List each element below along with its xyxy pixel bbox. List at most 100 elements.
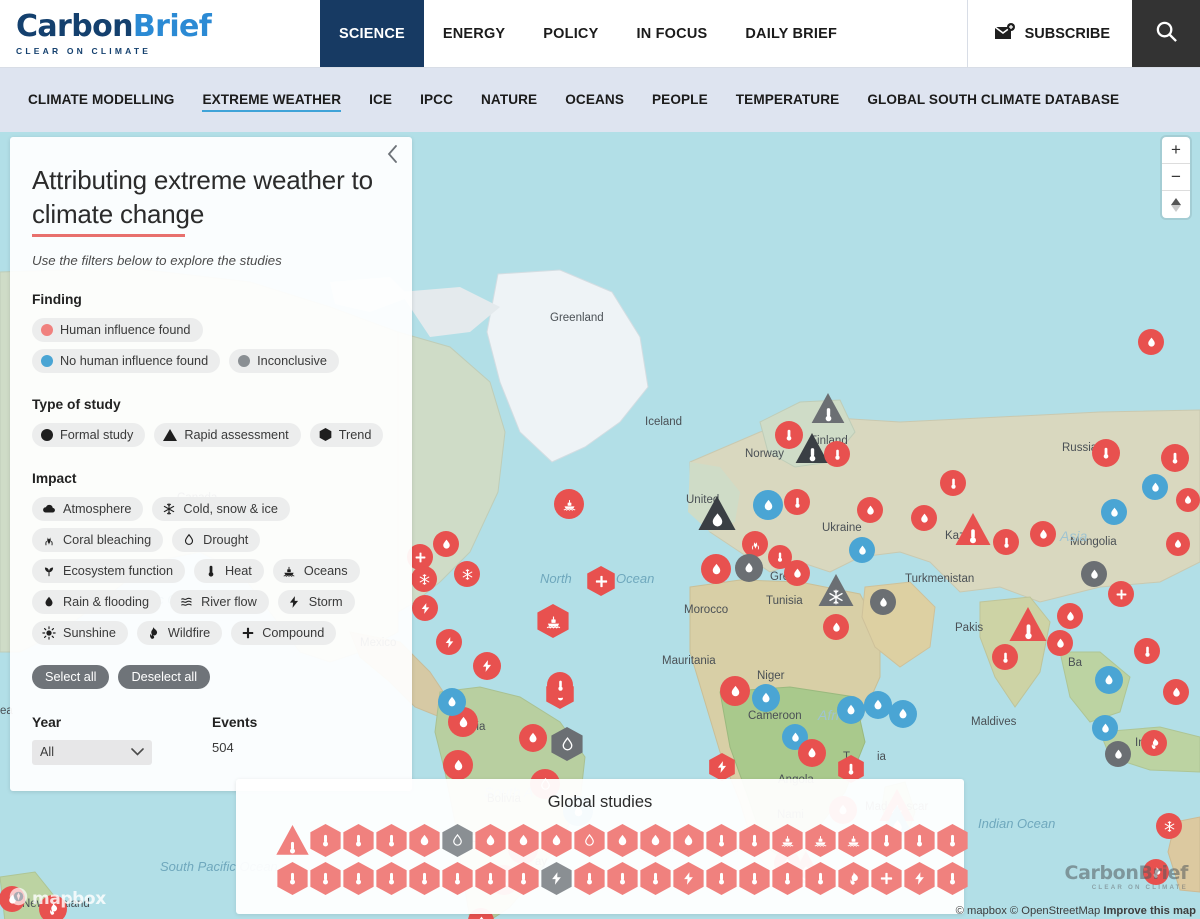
chip-wildfire[interactable]: Wildfire — [136, 620, 223, 645]
global-study-marker-flame[interactable] — [837, 860, 870, 896]
map-marker-raindrop[interactable] — [849, 537, 875, 563]
map-marker-raindrop[interactable] — [864, 691, 892, 719]
global-study-marker-plus[interactable] — [870, 860, 903, 896]
global-study-marker-raindrop[interactable] — [474, 822, 507, 858]
map-marker-raindrop[interactable] — [889, 700, 917, 728]
map-marker-raindrop[interactable] — [1047, 630, 1073, 656]
nav-item-in-focus[interactable]: IN FOCUS — [617, 0, 726, 67]
year-select[interactable]: All — [32, 739, 152, 765]
map-marker-raindrop[interactable] — [519, 724, 547, 752]
map-marker-snowflake[interactable] — [818, 572, 854, 608]
global-study-marker-thermometer[interactable] — [309, 822, 342, 858]
global-study-marker-thermometer[interactable] — [738, 860, 771, 896]
global-study-marker-lightning[interactable] — [540, 860, 573, 896]
global-study-marker-thermometer[interactable] — [870, 822, 903, 858]
map-marker-raindrop[interactable] — [837, 696, 865, 724]
chip-atmosphere[interactable]: Atmosphere — [32, 496, 144, 521]
chip-river-flow[interactable]: River flow — [170, 589, 269, 614]
chip-sunshine[interactable]: Sunshine — [32, 620, 128, 645]
global-study-marker-thermometer[interactable] — [705, 860, 738, 896]
map-marker-raindrop[interactable] — [798, 739, 826, 767]
global-study-marker-thermometer[interactable] — [771, 860, 804, 896]
global-study-marker-thermometer[interactable] — [936, 860, 969, 896]
map-marker-thermometer[interactable] — [811, 391, 845, 425]
subnav-item-temperature[interactable]: TEMPERATURE — [722, 85, 854, 115]
chip-heat[interactable]: Heat — [194, 558, 264, 583]
map-marker-raindrop[interactable] — [753, 490, 783, 520]
map-marker-flame[interactable] — [1141, 730, 1167, 756]
subnav-item-climate-modelling[interactable]: CLIMATE MODELLING — [14, 85, 188, 115]
chip-no-human-influence-found[interactable]: No human influence found — [32, 348, 221, 373]
map-marker-thermometer[interactable] — [1134, 638, 1160, 664]
subnav-item-global-south-climate-database[interactable]: GLOBAL SOUTH CLIMATE DATABASE — [853, 85, 1133, 115]
map-marker-raindrop[interactable] — [870, 589, 896, 615]
select-all-button[interactable]: Select all — [32, 664, 110, 689]
global-study-marker-thermometer[interactable] — [705, 822, 738, 858]
global-study-marker-thermometer[interactable] — [639, 860, 672, 896]
map-marker-raindrop[interactable] — [823, 614, 849, 640]
map-marker-raindrop[interactable] — [784, 560, 810, 586]
site-logo[interactable]: CarbonBrief CLEAR ON CLIMATE — [0, 0, 320, 67]
map-marker-raindrop[interactable] — [701, 554, 731, 584]
map-canvas[interactable]: Greenland Iceland Norway Finland Russia Unite… — [0, 132, 1200, 919]
chip-rapid-assessment[interactable]: Rapid assessment — [154, 422, 301, 447]
global-study-marker-thermometer[interactable] — [276, 860, 309, 896]
chip-rain-flooding[interactable]: Rain & flooding — [32, 589, 162, 614]
map-marker-plus[interactable] — [586, 566, 616, 596]
map-marker-thermometer[interactable] — [1009, 605, 1047, 643]
improve-map-link[interactable]: Improve this map — [1103, 905, 1196, 917]
nav-item-daily-brief[interactable]: DAILY BRIEF — [726, 0, 856, 67]
map-marker-raindrop[interactable] — [1030, 521, 1056, 547]
global-study-marker-thermometer[interactable] — [342, 860, 375, 896]
global-study-marker-wave-ship[interactable] — [771, 822, 804, 858]
chip-ecosystem-function[interactable]: Ecosystem function — [32, 558, 186, 583]
map-marker-raindrop[interactable] — [438, 688, 466, 716]
chip-formal-study[interactable]: Formal study — [32, 422, 146, 447]
zoom-in-button[interactable]: + — [1162, 137, 1190, 164]
subscribe-button[interactable]: SUBSCRIBE — [966, 0, 1132, 67]
global-study-marker-thermometer[interactable] — [606, 860, 639, 896]
map-marker-raindrop[interactable] — [1057, 603, 1083, 629]
map-marker-plus[interactable] — [1108, 581, 1134, 607]
global-study-marker-thermometer[interactable] — [903, 822, 936, 858]
map-marker-raindrop[interactable] — [752, 684, 780, 712]
map-marker-snowflake[interactable] — [411, 566, 437, 592]
global-study-marker-droplet-outline[interactable] — [441, 822, 474, 858]
subnav-item-ipcc[interactable]: IPCC — [406, 85, 467, 115]
chip-human-influence-found[interactable]: Human influence found — [32, 317, 203, 342]
global-study-marker-thermometer[interactable] — [408, 860, 441, 896]
map-marker-raindrop[interactable] — [443, 750, 473, 780]
chip-cold-snow-ice[interactable]: Cold, snow & ice — [152, 496, 290, 521]
map-marker-snowflake[interactable] — [1156, 813, 1182, 839]
map-marker-thermometer[interactable] — [955, 511, 991, 547]
subnav-item-extreme-weather[interactable]: EXTREME WEATHER — [188, 85, 355, 115]
map-marker-thermometer[interactable] — [1092, 439, 1120, 467]
nav-item-policy[interactable]: POLICY — [524, 0, 617, 67]
subnav-item-nature[interactable]: NATURE — [467, 85, 551, 115]
global-study-marker-thermometer[interactable] — [804, 860, 837, 896]
map-marker-raindrop[interactable] — [1138, 329, 1164, 355]
global-study-marker-raindrop[interactable] — [606, 822, 639, 858]
map-marker-raindrop[interactable] — [735, 554, 763, 582]
global-study-marker-wave-ship[interactable] — [837, 822, 870, 858]
map-marker-thermometer[interactable] — [824, 441, 850, 467]
global-study-marker-thermometer[interactable] — [573, 860, 606, 896]
zoom-out-button[interactable]: − — [1162, 164, 1190, 191]
map-marker-raindrop[interactable] — [1142, 474, 1168, 500]
map-marker-lightning[interactable] — [473, 652, 501, 680]
global-study-marker-raindrop[interactable] — [672, 822, 705, 858]
chip-storm[interactable]: Storm — [277, 589, 355, 614]
map-marker-droplet-outline[interactable] — [550, 727, 584, 761]
map-marker-raindrop[interactable] — [698, 494, 736, 532]
subnav-item-oceans[interactable]: OCEANS — [551, 85, 638, 115]
global-study-marker-thermometer[interactable] — [441, 860, 474, 896]
map-marker-thermometer[interactable] — [992, 644, 1018, 670]
subnav-item-people[interactable]: PEOPLE — [638, 85, 722, 115]
compass-icon[interactable] — [1162, 191, 1190, 218]
map-marker-raindrop[interactable] — [1095, 666, 1123, 694]
map-marker-raindrop[interactable] — [1105, 741, 1131, 767]
map-marker-lightning[interactable] — [412, 595, 438, 621]
global-study-marker-thermometer[interactable] — [375, 822, 408, 858]
map-marker-raindrop[interactable] — [433, 531, 459, 557]
global-study-marker-wave-ship[interactable] — [804, 822, 837, 858]
